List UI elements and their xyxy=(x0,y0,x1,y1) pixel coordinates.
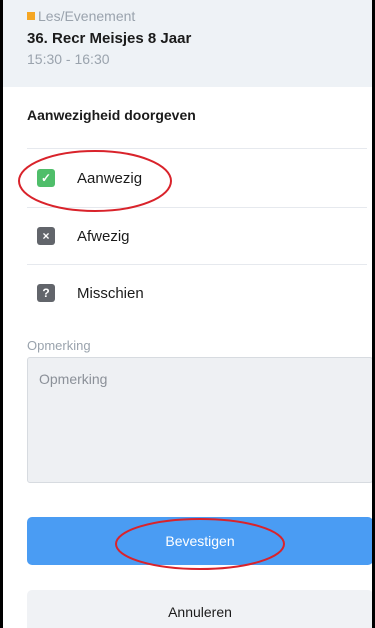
option-label: Afwezig xyxy=(77,227,130,245)
confirm-button[interactable]: Bevestigen xyxy=(27,517,372,565)
x-icon: × xyxy=(37,227,55,245)
category-color-marker xyxy=(27,12,35,20)
remark-label: Opmerking xyxy=(27,338,91,353)
event-category: Les/Evenement xyxy=(27,8,135,24)
option-label: Misschien xyxy=(77,284,144,302)
option-misschien[interactable]: ? Misschien xyxy=(27,265,367,321)
check-icon: ✓ xyxy=(37,169,55,187)
attendance-section-title: Aanwezigheid doorgeven xyxy=(27,107,196,123)
event-time: 15:30 - 16:30 xyxy=(27,51,110,67)
option-label: Aanwezig xyxy=(77,169,143,187)
option-aanwezig[interactable]: ✓ Aanwezig xyxy=(27,150,367,206)
event-header: Les/Evenement 36. Recr Meisjes 8 Jaar 15… xyxy=(3,0,372,87)
option-afwezig[interactable]: × Afwezig xyxy=(27,208,367,264)
event-category-label: Les/Evenement xyxy=(38,8,136,24)
attendance-sheet: Les/Evenement 36. Recr Meisjes 8 Jaar 15… xyxy=(0,0,375,628)
event-title: 36. Recr Meisjes 8 Jaar xyxy=(27,30,192,47)
remark-textarea[interactable] xyxy=(27,357,372,483)
cancel-button[interactable]: Annuleren xyxy=(27,590,372,628)
divider xyxy=(27,148,367,149)
confirm-button-label: Bevestigen xyxy=(165,533,235,549)
question-icon: ? xyxy=(37,284,55,302)
cancel-button-label: Annuleren xyxy=(168,604,232,620)
